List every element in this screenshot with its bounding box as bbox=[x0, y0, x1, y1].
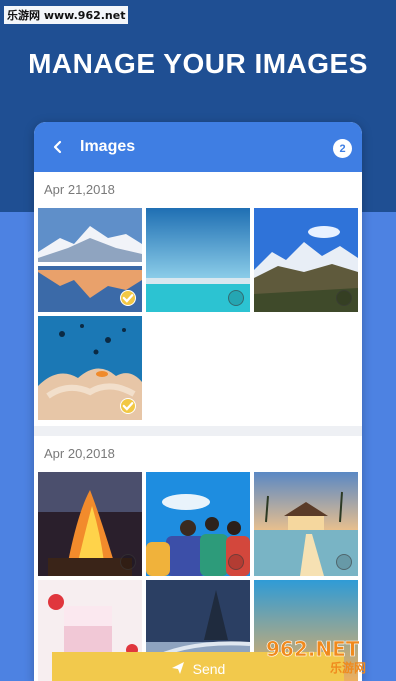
unselected-circle-icon[interactable] bbox=[228, 554, 244, 570]
unselected-circle-icon[interactable] bbox=[336, 554, 352, 570]
app-bar: Images 2 bbox=[34, 122, 362, 172]
selected-count-badge: 2 bbox=[333, 139, 352, 158]
unselected-circle-icon[interactable] bbox=[336, 290, 352, 306]
photo-thumbnail[interactable] bbox=[38, 472, 142, 576]
page-title: Images bbox=[80, 138, 136, 155]
photo-grid bbox=[34, 208, 362, 426]
unselected-circle-icon[interactable] bbox=[120, 554, 136, 570]
section-divider bbox=[34, 426, 362, 436]
unselected-circle-icon[interactable] bbox=[228, 290, 244, 306]
watermark-logo-small: 乐游网 bbox=[330, 660, 366, 675]
photo-thumbnail[interactable] bbox=[146, 472, 250, 576]
photo-thumbnail[interactable] bbox=[38, 208, 142, 312]
headline: MANAGE YOUR IMAGES bbox=[28, 48, 368, 79]
photo-thumbnail[interactable] bbox=[146, 208, 250, 312]
section-date-header: Apr 20,2018 bbox=[34, 436, 362, 472]
photo-thumbnail[interactable] bbox=[254, 472, 358, 576]
paper-plane-icon bbox=[171, 661, 185, 678]
selected-check-icon[interactable] bbox=[120, 290, 136, 306]
section-date-header: Apr 21,2018 bbox=[34, 172, 362, 208]
selected-check-icon[interactable] bbox=[120, 398, 136, 414]
watermark-text: 乐游网 www.962.net bbox=[4, 6, 129, 24]
send-label: Send bbox=[192, 661, 226, 677]
watermark-logo-big: 962.NET bbox=[266, 637, 360, 661]
watermark-logo: 962.NET 乐游网 bbox=[266, 637, 366, 675]
chevron-left-icon[interactable] bbox=[46, 135, 70, 159]
photo-thumbnail[interactable] bbox=[254, 208, 358, 312]
app-screen: Images 2 Apr 21,2018 Apr 20,2018 Send bbox=[34, 122, 362, 681]
photo-thumbnail[interactable] bbox=[38, 316, 142, 420]
